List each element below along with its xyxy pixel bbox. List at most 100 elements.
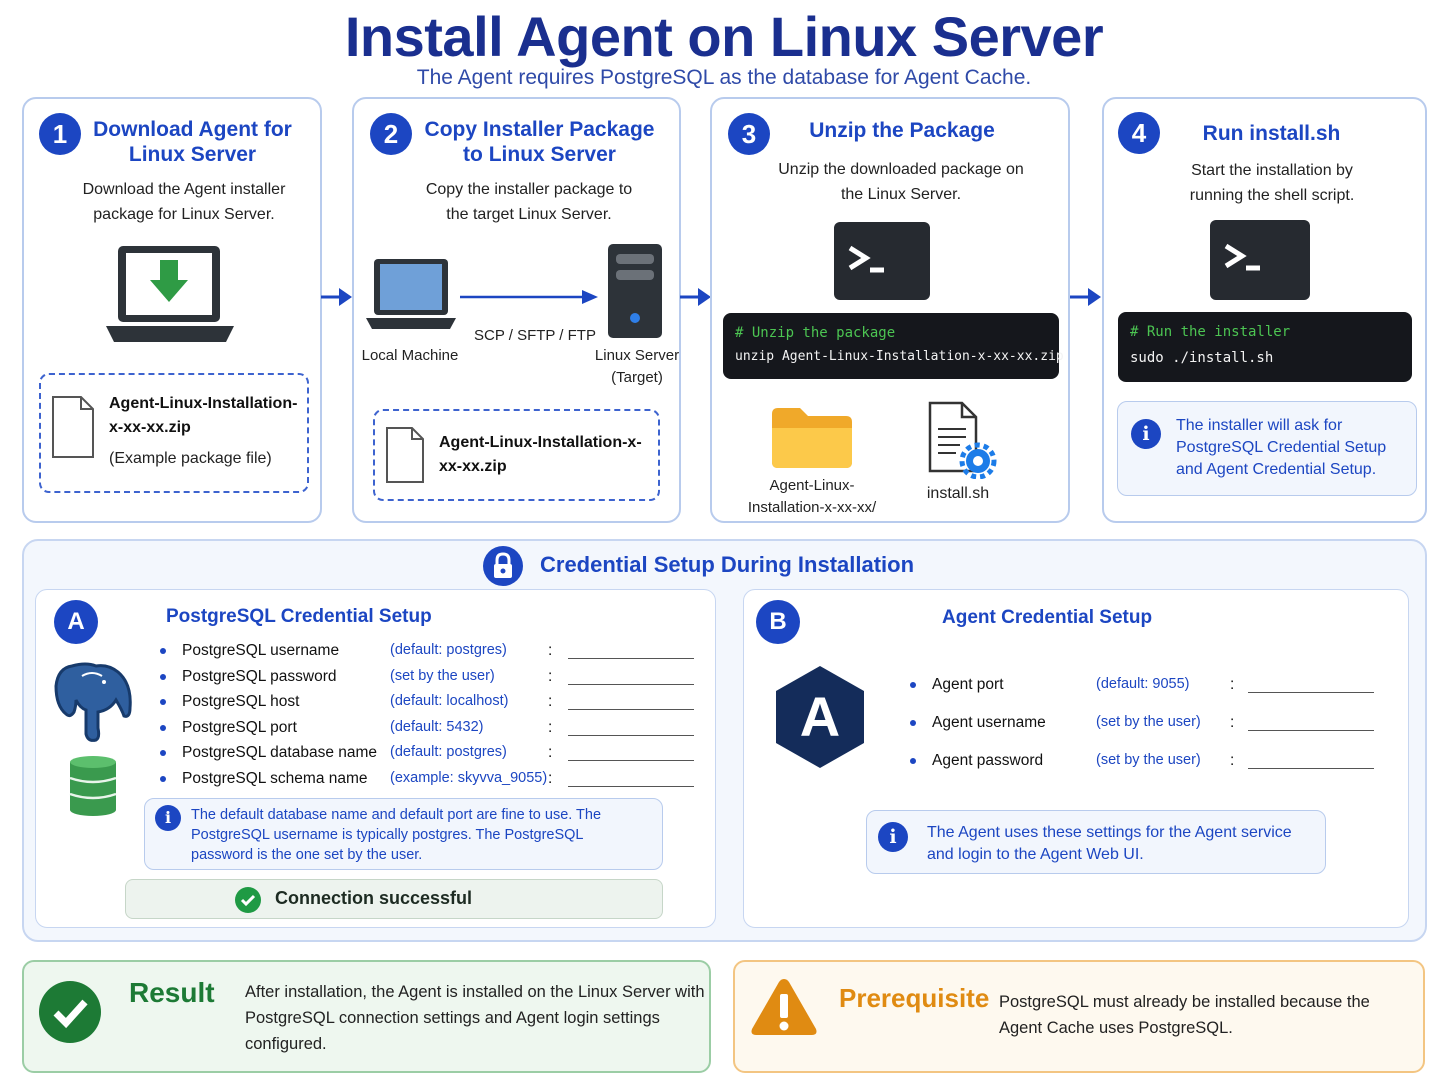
step-1-file-note: (Example package file) (109, 450, 272, 467)
postgres-credential-panel: A PostgreSQL Credential Setup PostgreSQL… (35, 589, 716, 928)
field-row: PostgreSQL host (default: localhost): (160, 691, 700, 715)
bullet-icon (910, 682, 916, 688)
step-4-info-box: i The installer will ask for PostgreSQL … (1117, 401, 1417, 496)
lock-icon (483, 546, 523, 586)
agent-info-text: The Agent uses these settings for the Ag… (927, 824, 1292, 863)
field-input-line[interactable] (568, 734, 694, 736)
file-icon (52, 396, 94, 458)
info-icon: i (878, 822, 908, 852)
prerequisite-title: Prerequisite (839, 983, 990, 1013)
field-input-line[interactable] (568, 786, 694, 787)
agent-info-box: i The Agent uses these settings for the … (866, 810, 1326, 874)
local-machine-label: Local Machine (361, 347, 459, 364)
code-command: unzip Agent-Linux-Installation-x-xx-xx.z… (735, 349, 1064, 364)
database-icon (69, 756, 117, 816)
field-input-line[interactable] (1248, 730, 1374, 731)
step-4-code-block: # Run the installer sudo ./install.sh (1118, 312, 1412, 382)
step-3-card: 3 Unzip the Package Unzip the downloaded… (710, 97, 1070, 523)
step-2-title: Copy Installer Package to Linux Server (424, 118, 655, 166)
field-colon: : (548, 693, 553, 711)
info-icon: i (155, 805, 181, 831)
result-text: After installation, the Agent is install… (245, 983, 705, 1053)
field-default: (set by the user) (390, 667, 495, 684)
agent-panel-title: Agent Credential Setup (942, 607, 1153, 628)
field-default: (example: skyvva_9055) (390, 770, 548, 786)
field-colon: : (548, 744, 553, 762)
code-comment: # Run the installer (1130, 324, 1291, 340)
field-colon: : (548, 642, 553, 659)
field-input-line[interactable] (1248, 768, 1374, 769)
field-colon: : (548, 718, 553, 736)
field-default: (set by the user) (1096, 714, 1201, 730)
step-4-description: Start the installation by running the sh… (1189, 162, 1355, 204)
panel-a-badge: A (54, 600, 98, 644)
script-label: install.sh (926, 485, 990, 502)
step-1-number: 1 (39, 113, 81, 155)
field-row: PostgreSQL port (default: 5432): (160, 717, 700, 741)
panel-b-badge: B (756, 600, 800, 644)
linux-server-label: Linux Server (Target) (594, 347, 680, 386)
field-row: PostgreSQL database name (default: postgr… (160, 742, 700, 766)
step-3-description: Unzip the downloaded package on the Linu… (778, 161, 1024, 203)
step-1-card: 1 Download Agent for Linux Server Downlo… (22, 97, 322, 523)
arrow-right-icon (321, 288, 352, 306)
transfer-arrow-icon (460, 290, 598, 304)
bullet-icon (160, 750, 166, 757)
result-box: Result After installation, the Agent is … (22, 960, 711, 1073)
folder-label: Agent-Linux-Installation-x-xx-xx/ (747, 477, 877, 516)
prerequisite-text: PostgreSQL must already be installed bec… (999, 993, 1370, 1037)
bullet-icon (160, 699, 166, 706)
success-check-icon (39, 981, 101, 1043)
field-default: (default: localhost) (390, 693, 509, 710)
step-1-title: Download Agent for Linux Server (93, 118, 292, 166)
code-comment: # Unzip the package (735, 325, 896, 341)
field-name: PostgreSQL password (182, 667, 337, 685)
page-subtitle: The Agent requires PostgreSQL as the dat… (416, 66, 1032, 89)
step-4-title: Run install.sh (1202, 122, 1341, 145)
info-icon: i (1131, 419, 1161, 449)
field-input-line[interactable] (568, 683, 694, 685)
field-input-line[interactable] (568, 709, 694, 711)
step-4-number: 4 (1118, 112, 1160, 154)
step-3-code-block: # Unzip the package unzip Agent-Linux-In… (723, 313, 1064, 379)
result-title: Result (129, 977, 215, 1008)
field-input-line[interactable] (568, 658, 694, 659)
field-row: Agent username (set by the user): (910, 712, 1380, 736)
field-colon: : (548, 667, 553, 685)
page-title: Install Agent on Linux Server (344, 5, 1104, 68)
step-2-description: Copy the installer package to the target… (425, 181, 633, 223)
credential-setup-heading: Credential Setup During Installation (540, 552, 915, 577)
bullet-icon (160, 724, 166, 731)
prerequisite-box: Prerequisite PostgreSQL must already be … (733, 960, 1425, 1073)
field-name: PostgreSQL username (182, 642, 340, 659)
field-default: (default: 9055) (1096, 676, 1190, 692)
field-colon: : (1230, 676, 1235, 693)
terminal-icon (1210, 220, 1310, 300)
field-default: (default: 5432) (390, 718, 484, 735)
field-input-line[interactable] (1248, 692, 1374, 693)
laptop-icon (366, 259, 456, 329)
field-name: PostgreSQL schema name (182, 770, 368, 787)
server-icon (608, 244, 662, 338)
field-colon: : (548, 770, 553, 787)
postgres-panel-title: PostgreSQL Credential Setup (166, 606, 432, 627)
field-default: (default: postgres) (390, 642, 507, 658)
field-name: PostgreSQL database name (182, 744, 378, 762)
bullet-icon (160, 673, 166, 680)
connection-status-text: Connection successful (275, 888, 473, 908)
folder-icon (772, 408, 852, 468)
agent-logo-letter: A (800, 685, 840, 748)
postgresql-elephant-icon (54, 662, 132, 742)
laptop-download-icon (106, 246, 234, 342)
agent-credential-panel: B Agent Credential Setup A Agent port (de… (743, 589, 1409, 928)
field-name: Agent username (932, 714, 1046, 731)
field-name: Agent password (932, 752, 1044, 769)
step-3-title: Unzip the Package (809, 119, 995, 142)
step-2-number: 2 (370, 113, 412, 155)
bullet-icon (910, 720, 916, 726)
step-4-card: 4 Run install.sh Start the installation … (1102, 97, 1427, 523)
field-input-line[interactable] (568, 760, 694, 762)
code-command: sudo ./install.sh (1130, 350, 1274, 366)
postgres-info-box: i The default database name and default … (144, 798, 663, 870)
field-colon: : (1230, 752, 1235, 769)
